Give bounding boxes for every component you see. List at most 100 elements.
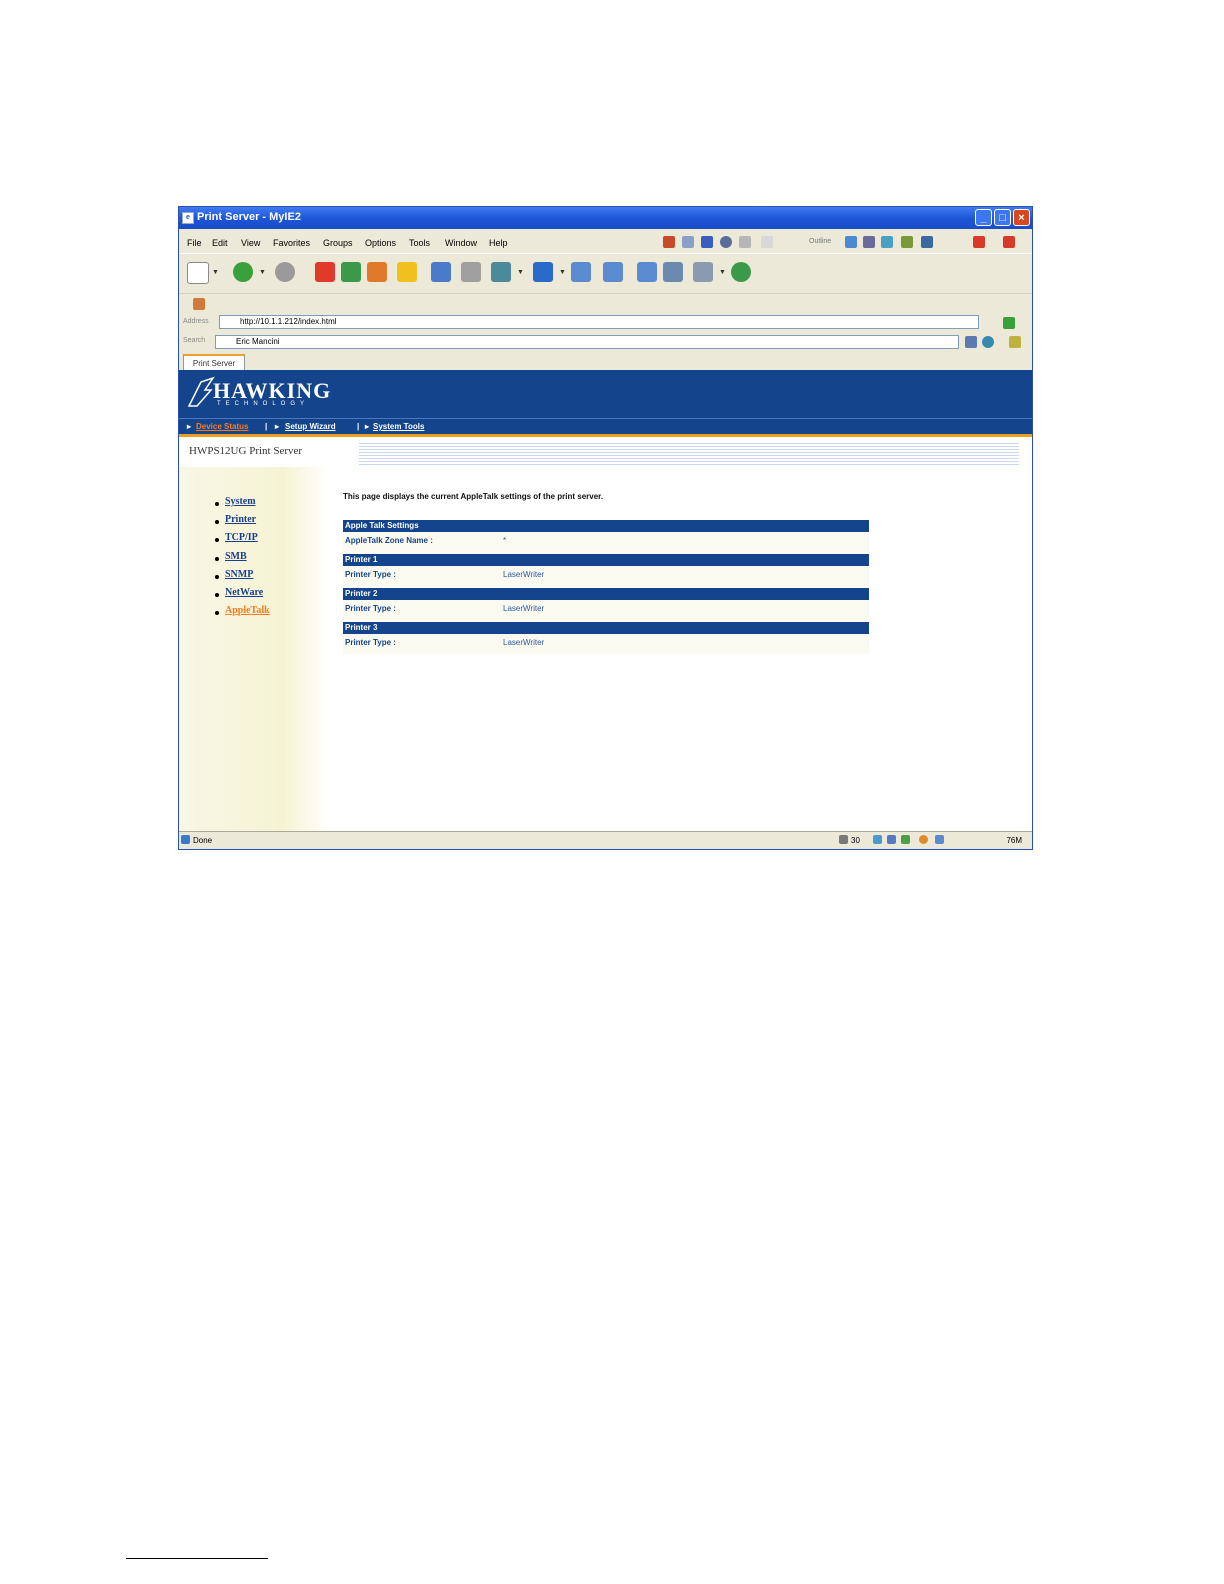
export-icon[interactable] bbox=[663, 262, 683, 282]
chevron-down-icon[interactable]: ▼ bbox=[719, 269, 726, 276]
section-header: Apple Talk Settings bbox=[343, 520, 869, 532]
sidebar-item-snmp[interactable]: SNMP bbox=[225, 569, 253, 580]
setting-label: Printer Type : bbox=[345, 638, 396, 647]
footnote-rule bbox=[126, 1558, 268, 1559]
menu-edit[interactable]: Edit bbox=[212, 238, 228, 248]
menu-tools[interactable]: Tools bbox=[409, 238, 430, 248]
close-button[interactable]: × bbox=[1013, 209, 1030, 226]
menu-groups[interactable]: Groups bbox=[323, 238, 353, 248]
tab-print-server[interactable]: Print Server bbox=[183, 354, 245, 370]
search-go-icon[interactable] bbox=[982, 336, 994, 348]
stop-icon[interactable] bbox=[315, 262, 335, 282]
maximize-button[interactable]: □ bbox=[994, 209, 1011, 226]
popup-icon[interactable] bbox=[887, 835, 896, 844]
download-icon[interactable] bbox=[491, 262, 511, 282]
chevron-down-icon[interactable]: ▼ bbox=[517, 269, 524, 276]
links-icon[interactable] bbox=[193, 298, 205, 310]
network-icon[interactable] bbox=[873, 835, 882, 844]
nav-arrow: ▸ bbox=[365, 422, 370, 431]
menu-options[interactable]: Options bbox=[365, 238, 396, 248]
forward-icon[interactable] bbox=[275, 262, 295, 282]
chevron-down-icon[interactable]: ▼ bbox=[559, 269, 566, 276]
close-tab-icon[interactable] bbox=[973, 236, 985, 248]
print-icon[interactable] bbox=[461, 262, 481, 282]
security-icon[interactable] bbox=[901, 835, 910, 844]
sidebar-item-appletalk[interactable]: AppleTalk bbox=[225, 605, 270, 616]
settings-row: Printer Type : LaserWriter bbox=[343, 566, 869, 586]
grid-icon[interactable] bbox=[571, 262, 591, 282]
panel-icon[interactable] bbox=[637, 262, 657, 282]
title-bar: e Print Server - MyIE2 _ □ × bbox=[179, 207, 1032, 229]
save-icon[interactable] bbox=[701, 236, 713, 248]
search-input[interactable]: Eric Mancini bbox=[215, 335, 959, 349]
sidebar-item-smb[interactable]: SMB bbox=[225, 551, 247, 562]
chevron-down-icon[interactable]: ▼ bbox=[212, 269, 219, 276]
back-icon[interactable] bbox=[233, 262, 253, 282]
columns-icon[interactable] bbox=[603, 262, 623, 282]
go-icon[interactable] bbox=[731, 262, 751, 282]
new-page-icon[interactable] bbox=[187, 262, 209, 284]
menu-help[interactable]: Help bbox=[489, 238, 508, 248]
home-icon[interactable] bbox=[367, 262, 387, 282]
refresh-icon[interactable] bbox=[341, 262, 361, 282]
nav-setup-wizard[interactable]: Setup Wizard bbox=[285, 422, 336, 431]
menu-favorites[interactable]: Favorites bbox=[273, 238, 310, 248]
sidebar-item-system[interactable]: System bbox=[225, 496, 256, 507]
header-banner: HAWKING TECHNOLOGY bbox=[179, 370, 1032, 418]
undo-icon[interactable] bbox=[533, 262, 553, 282]
product-bar: HWPS12UG Print Server bbox=[179, 437, 1032, 467]
document-icon[interactable] bbox=[682, 236, 694, 248]
menu-file[interactable]: File bbox=[187, 238, 202, 248]
bullet bbox=[215, 575, 219, 579]
nav-system-tools[interactable]: System Tools bbox=[373, 422, 424, 431]
favorites-icon[interactable] bbox=[397, 262, 417, 282]
monitor-icon[interactable] bbox=[935, 835, 944, 844]
close-all-icon[interactable] bbox=[1003, 236, 1015, 248]
brand-logo-sub: TECHNOLOGY bbox=[217, 401, 310, 407]
sidebar-item-tcpip[interactable]: TCP/IP bbox=[225, 532, 258, 543]
trash-icon[interactable] bbox=[839, 835, 848, 844]
minimize-button[interactable]: _ bbox=[975, 209, 992, 226]
go-button[interactable] bbox=[1003, 317, 1015, 329]
bulb-icon[interactable] bbox=[845, 236, 857, 248]
window-title: Print Server - MyIE2 bbox=[197, 211, 301, 223]
setting-value: * bbox=[503, 536, 507, 545]
flag-icon[interactable] bbox=[881, 236, 893, 248]
menu-view[interactable]: View bbox=[241, 238, 260, 248]
menu-window[interactable]: Window bbox=[445, 238, 477, 248]
sidebar-item-netware[interactable]: NetWare bbox=[225, 587, 263, 598]
tools-icon[interactable] bbox=[921, 236, 933, 248]
window-icon[interactable] bbox=[863, 236, 875, 248]
star-icon[interactable] bbox=[761, 236, 773, 248]
bullet bbox=[215, 593, 219, 597]
nav-arrow: ▸ bbox=[275, 422, 280, 431]
tab-bar: Print Server bbox=[179, 351, 1032, 371]
status-count: 30 bbox=[851, 836, 860, 845]
chevron-down-icon[interactable]: ▼ bbox=[259, 269, 266, 276]
section-header: Printer 1 bbox=[343, 554, 869, 566]
page-tools-icon[interactable] bbox=[693, 262, 713, 282]
search-dropdown-icon[interactable] bbox=[965, 336, 977, 348]
address-input[interactable]: http://10.1.1.212/index.html bbox=[219, 315, 979, 329]
nav-separator: | bbox=[357, 422, 360, 431]
compass-icon[interactable] bbox=[720, 236, 732, 248]
search-label: Search bbox=[183, 337, 206, 344]
page-content: HAWKING TECHNOLOGY ▸ Device Status | ▸ S… bbox=[179, 370, 1032, 831]
setting-value: LaserWriter bbox=[503, 570, 545, 579]
alert-icon[interactable] bbox=[919, 835, 928, 844]
brush-icon[interactable] bbox=[739, 236, 751, 248]
bullet bbox=[215, 502, 219, 506]
address-label: Address bbox=[183, 318, 209, 325]
history-icon[interactable] bbox=[431, 262, 451, 282]
bullet bbox=[215, 538, 219, 542]
top-nav: ▸ Device Status | ▸ Setup Wizard | ▸ Sys… bbox=[179, 418, 1032, 435]
setting-value: LaserWriter bbox=[503, 604, 545, 613]
nav-device-status[interactable]: Device Status bbox=[196, 422, 248, 431]
setting-label: Printer Type : bbox=[345, 604, 396, 613]
plugin-icon[interactable] bbox=[901, 236, 913, 248]
sidebar-item-printer[interactable]: Printer bbox=[225, 514, 256, 525]
highlight-icon[interactable] bbox=[1009, 336, 1021, 348]
status-text: Done bbox=[193, 836, 213, 845]
outline-label: Outline bbox=[809, 238, 832, 245]
page-icon[interactable] bbox=[663, 236, 675, 248]
